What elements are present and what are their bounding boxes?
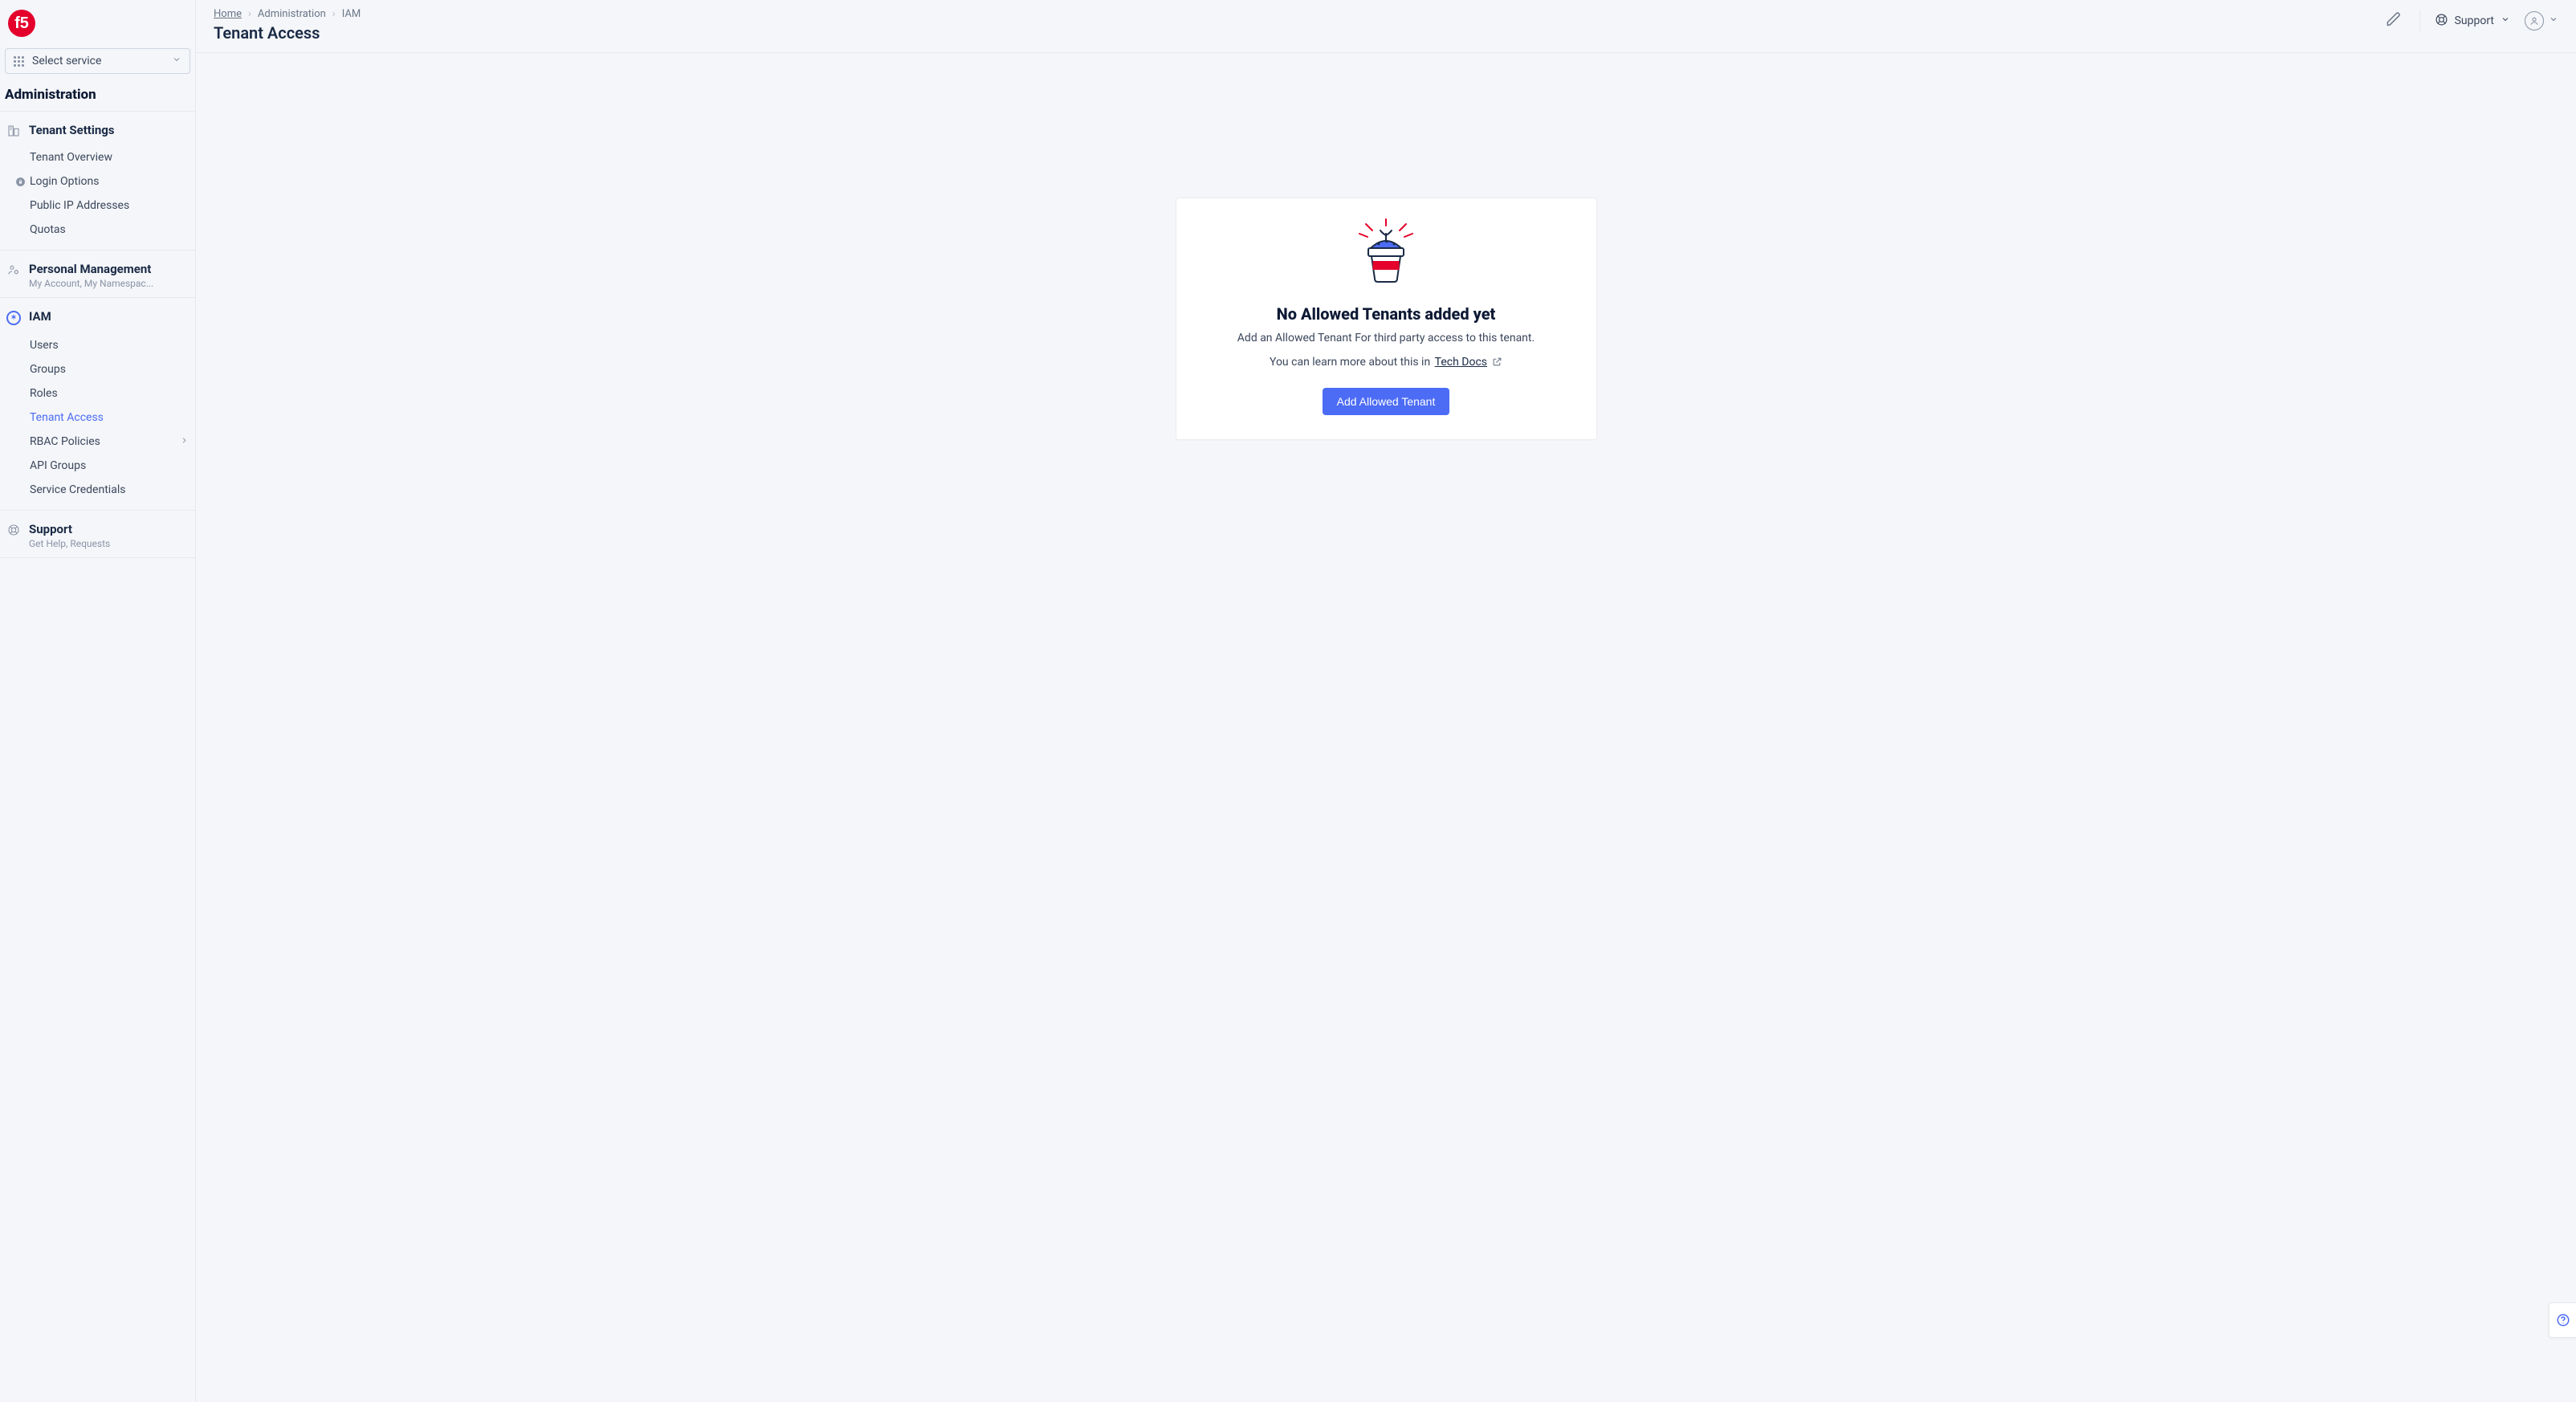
sidebar-item-label: Roles (30, 387, 58, 400)
sidebar-item-label: RBAC Policies (30, 435, 100, 448)
logo-container: f5 (0, 0, 195, 43)
sidebar-item-public-ip[interactable]: Public IP Addresses (0, 194, 195, 218)
breadcrumb-admin[interactable]: Administration (258, 8, 326, 20)
sidebar-item-api-groups[interactable]: API Groups (0, 454, 195, 478)
sidebar-item-label: Public IP Addresses (30, 199, 129, 212)
lifesaver-icon (2435, 13, 2448, 30)
service-selector-label: Select service (32, 55, 164, 67)
divider (2419, 10, 2420, 32)
sidebar-item-tenant-access[interactable]: Tenant Access (0, 406, 195, 430)
sidebar-group-support[interactable]: Support Get Help, Requests (0, 511, 195, 557)
support-label: Support (2455, 14, 2494, 27)
topbar: Home › Administration › IAM Tenant Acces… (196, 0, 2576, 53)
sidebar-item-rbac-policies[interactable]: RBAC Policies (0, 430, 195, 454)
main: Home › Administration › IAM Tenant Acces… (196, 0, 2576, 1402)
sidebar-item-label: Groups (30, 363, 66, 376)
breadcrumb-home[interactable]: Home (214, 8, 242, 20)
chevron-down-icon (172, 55, 181, 67)
topbar-right: Support (2382, 8, 2558, 34)
building-icon (6, 124, 21, 137)
empty-state-learn-more: You can learn more about this in Tech Do… (1270, 356, 1502, 370)
empty-state-card: No Allowed Tenants added yet Add an Allo… (1176, 198, 1597, 440)
sidebar-section-title: Administration (0, 82, 195, 111)
sidebar-item-roles[interactable]: Roles (0, 381, 195, 406)
sidebar-group-subtitle: Get Help, Requests (29, 538, 110, 549)
topbar-left: Home › Administration › IAM Tenant Acces… (214, 8, 361, 43)
page-title: Tenant Access (214, 23, 361, 43)
empty-state-title: No Allowed Tenants added yet (1277, 304, 1496, 324)
chevron-down-icon (2501, 14, 2510, 27)
sidebar-group-personal-management[interactable]: Personal Management My Account, My Names… (0, 251, 195, 297)
sidebar-items-iam: Users Groups Roles Tenant Access RBAC Po… (0, 333, 195, 510)
sidebar-group-title: Support (29, 522, 110, 536)
empty-state-subtitle: Add an Allowed Tenant For third party ac… (1237, 332, 1535, 344)
sidebar-group-title: IAM (29, 309, 51, 324)
breadcrumb: Home › Administration › IAM (214, 8, 361, 20)
sidebar-item-quotas[interactable]: Quotas (0, 218, 195, 242)
sidebar-item-login-options[interactable]: Login Options (0, 169, 195, 194)
chevron-right-icon: › (332, 8, 336, 20)
divider (0, 557, 195, 558)
sidebar-item-label: Login Options (30, 175, 99, 188)
user-avatar-icon (2525, 11, 2544, 31)
lock-icon (14, 177, 26, 187)
sidebar-item-service-credentials[interactable]: Service Credentials (0, 478, 195, 502)
sidebar-item-label: Service Credentials (30, 483, 125, 496)
chevron-down-icon (2549, 14, 2558, 27)
sidebar-item-label: Quotas (30, 223, 66, 236)
sidebar-group-title: Tenant Settings (29, 123, 115, 137)
service-selector[interactable]: Select service (5, 48, 190, 74)
sidebar-item-tenant-overview[interactable]: Tenant Overview (0, 145, 195, 169)
content: No Allowed Tenants added yet Add an Allo… (196, 53, 2576, 1402)
sidebar-item-label: Tenant Access (30, 411, 104, 424)
apps-grid-icon (14, 56, 24, 67)
edit-pencil-icon[interactable] (2382, 8, 2405, 34)
sidebar-item-groups[interactable]: Groups (0, 357, 195, 381)
sidebar-group-tenant-settings[interactable]: Tenant Settings (0, 112, 195, 145)
learn-more-prefix: You can learn more about this in (1270, 356, 1433, 369)
sidebar-item-label: Tenant Overview (30, 151, 112, 164)
account-dropdown[interactable] (2525, 11, 2558, 31)
sidebar-group-subtitle: My Account, My Namespac... (29, 278, 153, 289)
support-dropdown[interactable]: Support (2435, 13, 2510, 30)
chevron-right-icon: › (248, 8, 251, 20)
sidebar-item-label: API Groups (30, 459, 86, 472)
plant-illustration (1355, 216, 1417, 287)
sidebar-item-label: Users (30, 339, 59, 352)
breadcrumb-iam[interactable]: IAM (342, 8, 361, 20)
external-link-icon (1492, 357, 1502, 370)
help-button[interactable] (2549, 1302, 2576, 1338)
add-allowed-tenant-button[interactable]: Add Allowed Tenant (1323, 388, 1450, 415)
person-gear-icon (6, 263, 21, 276)
lifesaver-icon (6, 524, 21, 536)
sidebar-group-iam[interactable]: ✶ IAM (0, 298, 195, 333)
f5-logo[interactable]: f5 (8, 10, 35, 37)
sidebar: f5 Select service Administration Tenant … (0, 0, 196, 1402)
iam-icon: ✶ (6, 311, 21, 325)
sidebar-item-users[interactable]: Users (0, 333, 195, 357)
sidebar-items-tenant-settings: Tenant Overview Login Options Public IP … (0, 145, 195, 250)
sidebar-group-title: Personal Management (29, 262, 153, 276)
tech-docs-link[interactable]: Tech Docs (1435, 356, 1487, 369)
chevron-right-icon (180, 435, 189, 448)
